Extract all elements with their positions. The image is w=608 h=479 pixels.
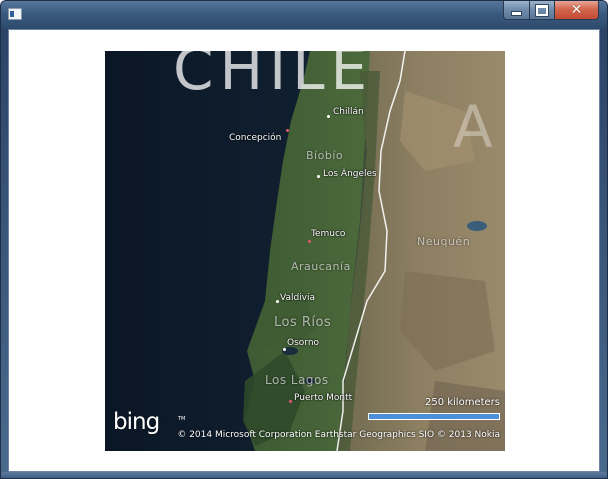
copyright-text: © 2014 Microsoft Corporation Earthstar G… xyxy=(177,430,500,440)
bing-trademark: TM xyxy=(178,416,186,422)
caption-buttons: ✕ xyxy=(503,1,599,21)
city-label-chillan: Chillán xyxy=(333,107,364,117)
city-dot-puerto-montt xyxy=(289,400,292,403)
city-label-temuco: Temuco xyxy=(311,229,346,239)
city-dot-temuco xyxy=(308,240,311,243)
city-label-osorno: Osorno xyxy=(287,338,320,348)
city-label-puerto-montt: Puerto Montt xyxy=(294,393,353,403)
city-label-concepcion: Concepción xyxy=(229,133,282,143)
app-window: ✕ CHILE A Chillán Concepción Bíobío Los … xyxy=(0,0,608,479)
city-label-los-angeles: Los Ángeles xyxy=(323,169,377,179)
scale-label: 250 kilometers xyxy=(424,397,500,408)
minimize-button[interactable] xyxy=(503,1,529,20)
region-label-los-rios: Los Ríos xyxy=(274,315,332,330)
country-label-chile: CHILE xyxy=(173,51,374,103)
close-icon: ✕ xyxy=(570,2,583,18)
maximize-button[interactable] xyxy=(529,1,555,20)
map-view[interactable]: CHILE A Chillán Concepción Bíobío Los Án… xyxy=(105,51,505,451)
city-dot-valdivia xyxy=(276,300,279,303)
city-dot-concepcion xyxy=(286,129,289,132)
region-label-biobio: Bíobío xyxy=(306,149,344,162)
map-imagery xyxy=(105,51,505,451)
region-label-los-lagos: Los Lagos xyxy=(265,373,329,387)
minimize-icon xyxy=(511,10,522,16)
city-dot-chillan xyxy=(327,115,330,118)
region-label-araucania: Araucanía xyxy=(291,260,351,273)
maximize-icon xyxy=(535,3,549,17)
scale-bar xyxy=(368,413,500,420)
country-label-argentina: A xyxy=(453,93,493,161)
city-dot-osorno xyxy=(283,348,286,351)
city-label-valdivia: Valdivia xyxy=(280,293,316,303)
title-bar[interactable]: ✕ xyxy=(1,1,607,29)
bing-logo[interactable]: bing xyxy=(113,409,160,435)
city-dot-los-angeles xyxy=(317,175,320,178)
region-label-neuquen: Neuquén xyxy=(417,235,471,248)
app-window-icon[interactable] xyxy=(8,8,22,20)
close-button[interactable]: ✕ xyxy=(555,1,599,20)
window-bottom-frame xyxy=(1,472,607,478)
